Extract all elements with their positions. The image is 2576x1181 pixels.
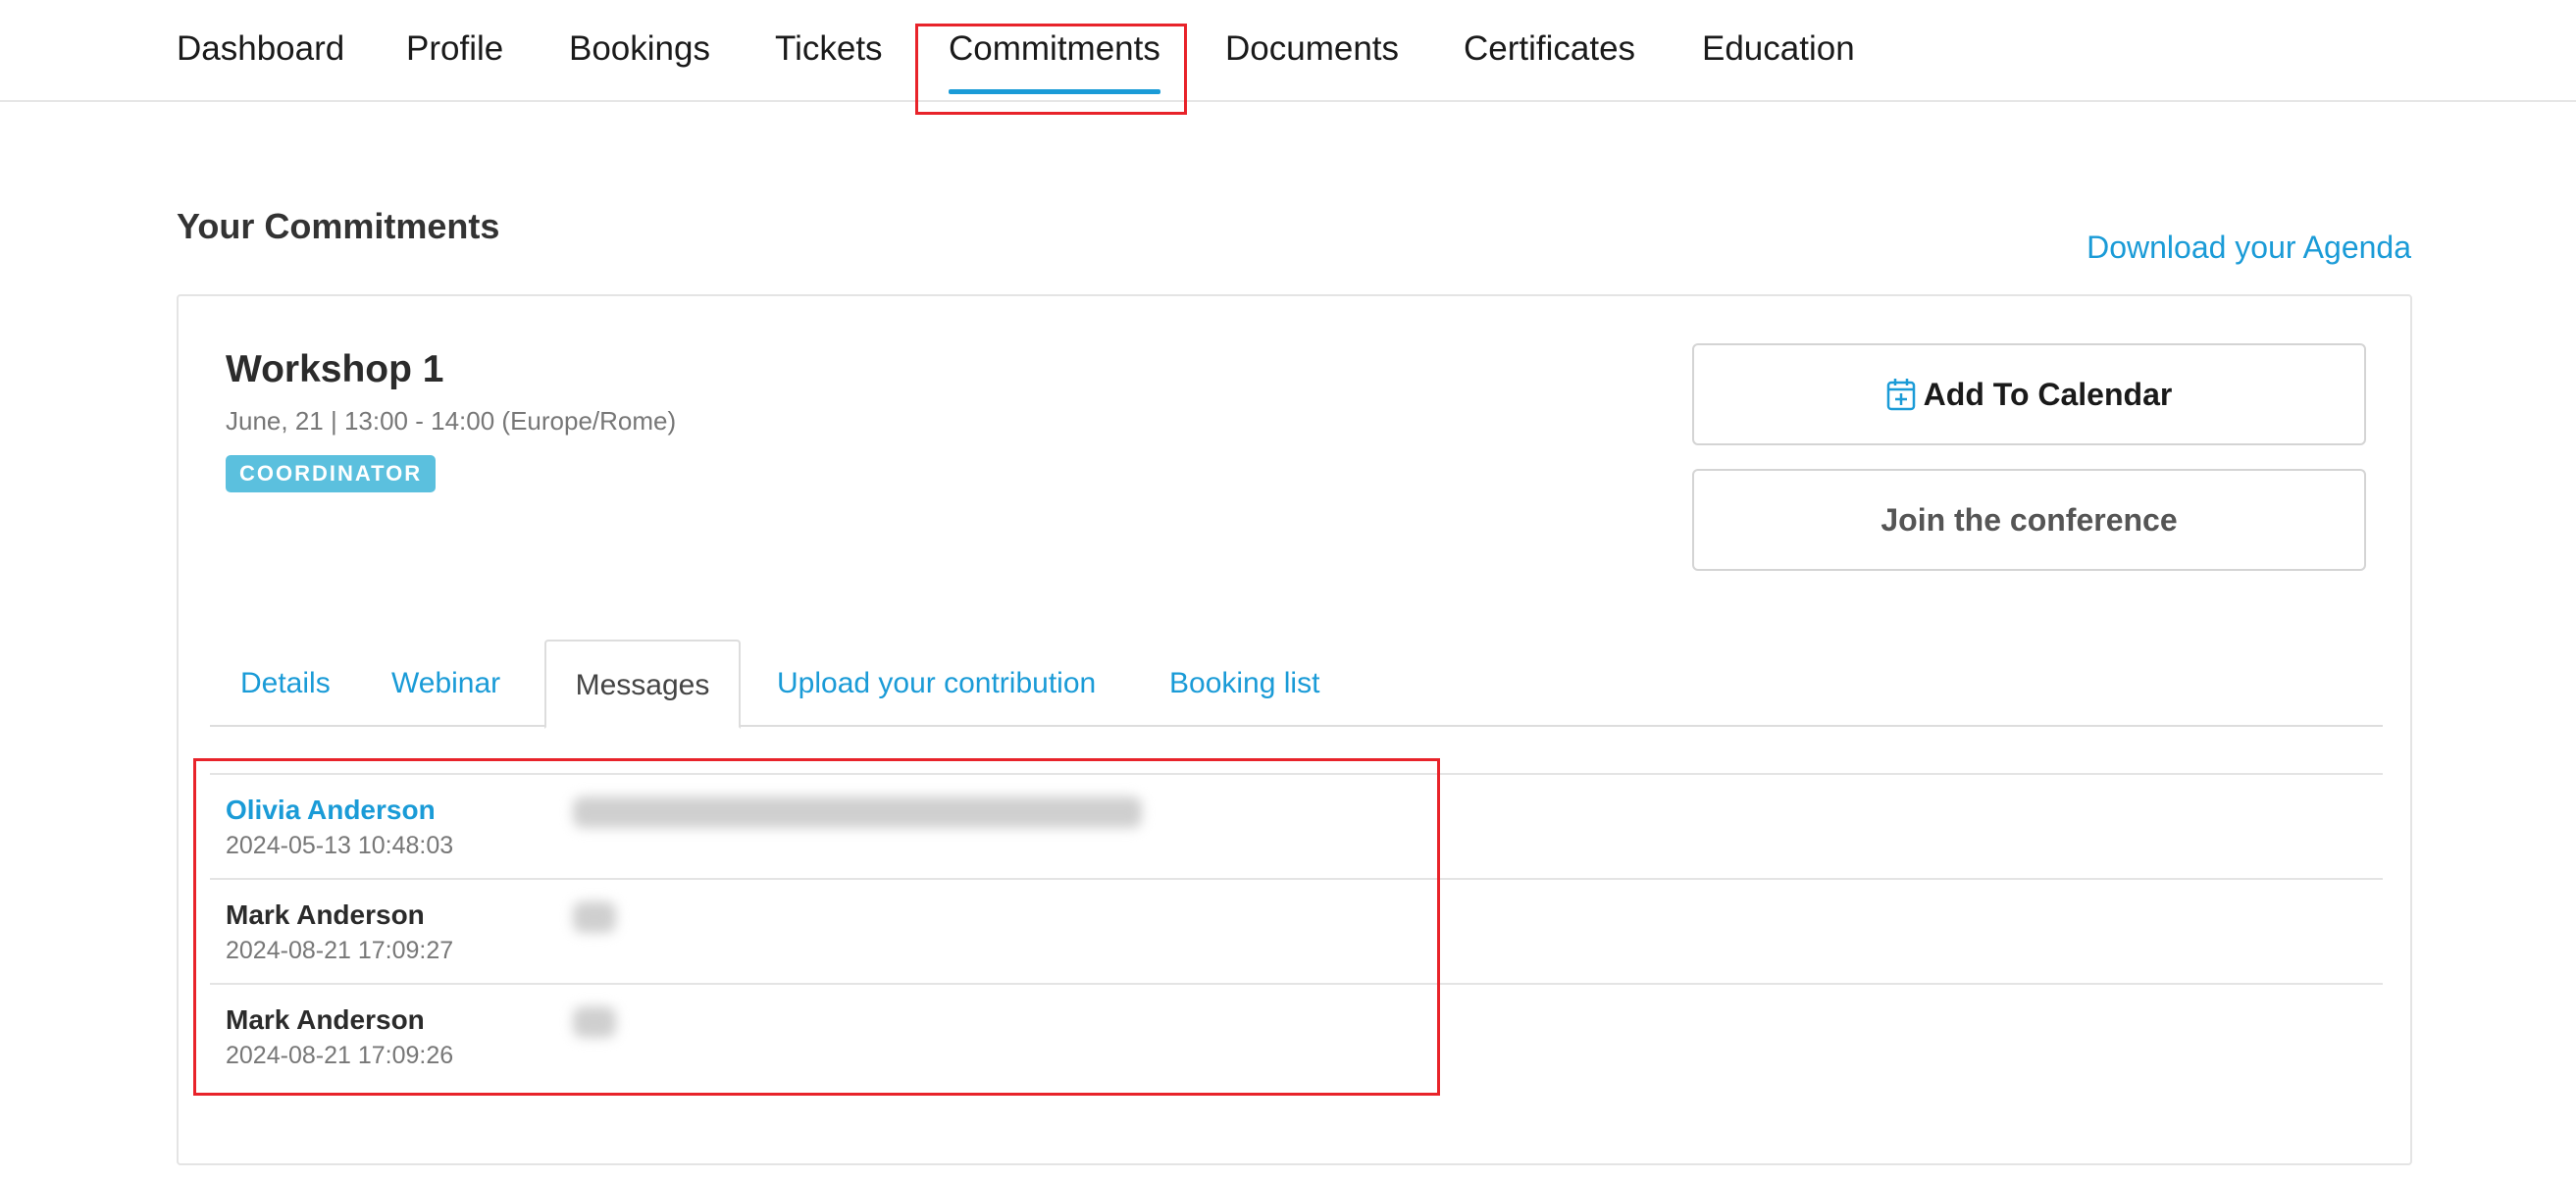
nav-item-commitments[interactable]: Commitments xyxy=(949,29,1160,94)
event-tabs: Details Webinar Messages Upload your con… xyxy=(210,640,2383,729)
message-time: 2024-08-21 17:09:26 xyxy=(226,1042,454,1069)
page-title: Your Commitments xyxy=(177,206,500,246)
role-badge: COORDINATOR xyxy=(226,455,437,492)
nav-item-dashboard[interactable]: Dashboard xyxy=(177,29,344,69)
nav-item-tickets[interactable]: Tickets xyxy=(775,29,883,69)
add-to-calendar-label: Add To Calendar xyxy=(1923,376,2173,412)
event-date: June, 21 | 13:00 - 14:00 (Europe/Rome) xyxy=(226,406,677,436)
commitment-card: Workshop 1 June, 21 | 13:00 - 14:00 (Eur… xyxy=(177,294,2412,1165)
tab-messages[interactable]: Messages xyxy=(544,640,741,729)
nav-item-education[interactable]: Education xyxy=(1702,29,1855,69)
message-time: 2024-05-13 10:48:03 xyxy=(226,832,454,859)
message-author: Mark Anderson xyxy=(226,1004,425,1035)
nav-item-certificates[interactable]: Certificates xyxy=(1464,29,1635,69)
message-author[interactable]: Olivia Anderson xyxy=(226,795,436,826)
top-nav: Dashboard Profile Bookings Tickets Commi… xyxy=(0,0,2576,102)
tab-webinar[interactable]: Webinar xyxy=(391,640,500,727)
message-author: Mark Anderson xyxy=(226,899,425,930)
tab-booking-list[interactable]: Booking list xyxy=(1169,640,1319,727)
message-time: 2024-08-21 17:09:27 xyxy=(226,937,454,964)
message-row: Mark Anderson 2024-08-21 17:09:26 xyxy=(210,983,2383,1088)
calendar-add-icon xyxy=(1886,378,1916,411)
message-text-redacted xyxy=(573,901,616,933)
message-row: Mark Anderson 2024-08-21 17:09:27 xyxy=(210,878,2383,983)
download-agenda-link[interactable]: Download your Agenda xyxy=(2087,230,2411,266)
nav-item-bookings[interactable]: Bookings xyxy=(569,29,710,69)
add-to-calendar-button[interactable]: Add To Calendar xyxy=(1692,343,2366,445)
nav-item-documents[interactable]: Documents xyxy=(1225,29,1399,69)
join-conference-label: Join the conference xyxy=(1880,501,2178,538)
tab-details[interactable]: Details xyxy=(240,640,331,727)
message-text-redacted xyxy=(573,1006,616,1038)
join-conference-button[interactable]: Join the conference xyxy=(1692,469,2366,571)
tab-upload-contribution[interactable]: Upload your contribution xyxy=(777,640,1096,727)
nav-item-profile[interactable]: Profile xyxy=(406,29,503,69)
event-title: Workshop 1 xyxy=(226,348,444,390)
messages-list: Olivia Anderson 2024-05-13 10:48:03 Mark… xyxy=(210,773,2383,1088)
message-row: Olivia Anderson 2024-05-13 10:48:03 xyxy=(210,773,2383,878)
message-text-redacted xyxy=(573,796,1142,828)
